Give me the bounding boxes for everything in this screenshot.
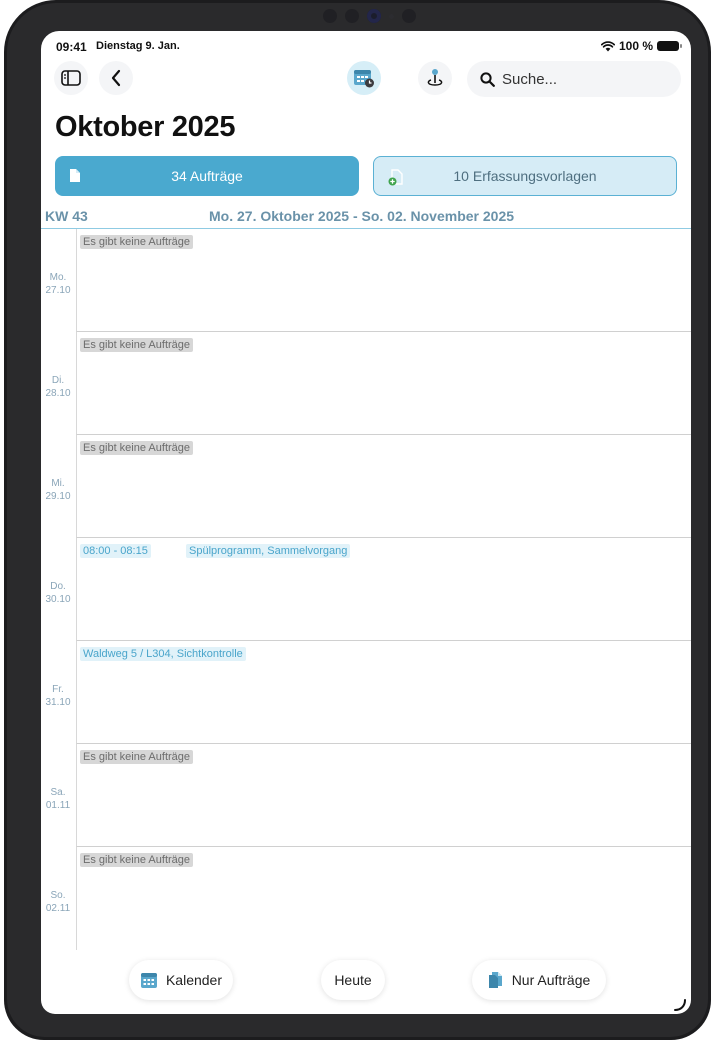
templates-tab[interactable]: 10 Erfassungsvorlagen (373, 156, 677, 196)
day-date: 28.10 (45, 387, 71, 399)
week-header: KW 43 Mo. 27. Oktober 2025 - So. 02. Nov… (41, 205, 691, 229)
day-row-thu[interactable]: Do. 30.10 08:00 - 08:15 Spülprogramm, Sa… (41, 538, 691, 641)
day-list: Mo. 27.10 Es gibt keine Aufträge Di. 28.… (41, 229, 691, 950)
order-time-chip[interactable]: 08:00 - 08:15 (80, 544, 151, 558)
sensor-dot (401, 9, 416, 23)
status-time: 09:41 (56, 40, 87, 54)
orders-tab-label: 34 Aufträge (171, 168, 243, 184)
day-label: Do. 30.10 (41, 538, 75, 641)
no-orders-chip: Es gibt keine Aufträge (80, 750, 194, 764)
day-row-sun[interactable]: So. 02.11 Es gibt keine Aufträge (41, 847, 691, 950)
day-content: Es gibt keine Aufträge (76, 847, 691, 950)
no-orders-chip: Es gibt keine Aufträge (80, 235, 194, 249)
orders-only-button[interactable]: Nur Aufträge (472, 960, 606, 1000)
camera-bar (304, 4, 434, 28)
document-add-icon (388, 169, 403, 186)
documents-icon (488, 972, 502, 988)
day-content: Waldweg 5 / L304, Sichtkontrolle (76, 641, 691, 744)
map-button[interactable] (418, 61, 452, 95)
sidebar-toggle-button[interactable] (54, 61, 88, 95)
sensor-dot (388, 13, 394, 19)
order-title-chip[interactable]: Waldweg 5 / L304, Sichtkontrolle (80, 647, 246, 661)
battery-percent: 100 % (618, 39, 653, 53)
calendar-icon (354, 70, 374, 88)
camera-lens-icon (366, 9, 381, 23)
day-label: Sa. 01.11 (41, 744, 75, 847)
day-row-wed[interactable]: Mi. 29.10 Es gibt keine Aufträge (41, 435, 691, 538)
document-icon (70, 169, 80, 182)
day-date: 30.10 (45, 593, 71, 605)
day-date: 27.10 (45, 284, 71, 296)
no-orders-chip: Es gibt keine Aufträge (80, 853, 194, 867)
day-row-fri[interactable]: Fr. 31.10 Waldweg 5 / L304, Sichtkontrol… (41, 641, 691, 744)
no-orders-chip: Es gibt keine Aufträge (80, 338, 194, 352)
map-pin-icon (427, 69, 443, 86)
search-field[interactable]: Suche... (467, 61, 681, 97)
calendar-icon (140, 972, 157, 988)
day-content: Es gibt keine Aufträge (76, 435, 691, 538)
day-content: Es gibt keine Aufträge (76, 744, 691, 847)
search-icon (480, 71, 495, 87)
search-placeholder: Suche... (502, 70, 558, 88)
sensor-dot (344, 9, 359, 23)
day-name: Mi. (51, 477, 65, 489)
page-title: Oktober 2025 (55, 111, 236, 143)
day-name: Mo. (49, 271, 67, 283)
status-bar: 09:41 Dienstag 9. Jan. 100 % (41, 31, 691, 55)
status-right: 100 % (600, 39, 682, 53)
week-number: KW 43 (45, 208, 88, 224)
day-name: So. (50, 889, 66, 901)
day-label: Di. 28.10 (41, 332, 75, 435)
device-frame: 09:41 Dienstag 9. Jan. 100 % Suche... Ok… (4, 0, 711, 1040)
day-content: 08:00 - 08:15 Spülprogramm, Sammelvorgan… (76, 538, 691, 641)
day-date: 31.10 (45, 696, 71, 708)
day-label: So. 02.11 (41, 847, 75, 950)
calendar-button[interactable]: Kalender (129, 960, 233, 1000)
day-row-mon[interactable]: Mo. 27.10 Es gibt keine Aufträge (41, 229, 691, 332)
templates-tab-label: 10 Erfassungsvorlagen (453, 168, 597, 184)
orders-only-label: Nur Aufträge (511, 972, 591, 988)
app-screen: 09:41 Dienstag 9. Jan. 100 % Suche... Ok… (41, 31, 691, 1014)
day-name: Fr. (52, 683, 64, 695)
day-row-sat[interactable]: Sa. 01.11 Es gibt keine Aufträge (41, 744, 691, 847)
day-label: Fr. 31.10 (41, 641, 75, 744)
sensor-dot (322, 9, 337, 23)
week-range: Mo. 27. Oktober 2025 - So. 02. November … (209, 208, 515, 224)
resize-handle-icon (674, 999, 686, 1011)
sidebar-icon (61, 70, 81, 86)
day-label: Mi. 29.10 (41, 435, 75, 538)
day-row-tue[interactable]: Di. 28.10 Es gibt keine Aufträge (41, 332, 691, 435)
wifi-icon (600, 40, 615, 51)
today-button-label: Heute (334, 972, 372, 988)
chevron-left-icon (111, 69, 121, 87)
back-button[interactable] (99, 61, 133, 95)
day-date: 29.10 (45, 490, 71, 502)
calendar-button-label: Kalender (165, 972, 223, 988)
day-content: Es gibt keine Aufträge (76, 229, 691, 332)
battery-icon (657, 41, 682, 51)
day-content: Es gibt keine Aufträge (76, 332, 691, 435)
no-orders-chip: Es gibt keine Aufträge (80, 441, 194, 455)
day-date: 01.11 (45, 799, 71, 811)
calendar-view-button[interactable] (347, 61, 381, 95)
orders-tab[interactable]: 34 Aufträge (55, 156, 359, 196)
day-label: Mo. 27.10 (41, 229, 75, 332)
day-name: Sa. (50, 786, 66, 798)
day-name: Di. (51, 374, 65, 386)
order-title-chip[interactable]: Spülprogramm, Sammelvorgang (186, 544, 351, 558)
status-date: Dienstag 9. Jan. (96, 40, 180, 52)
day-name: Do. (50, 580, 66, 592)
today-button[interactable]: Heute (321, 960, 385, 1000)
day-date: 02.11 (45, 902, 71, 914)
